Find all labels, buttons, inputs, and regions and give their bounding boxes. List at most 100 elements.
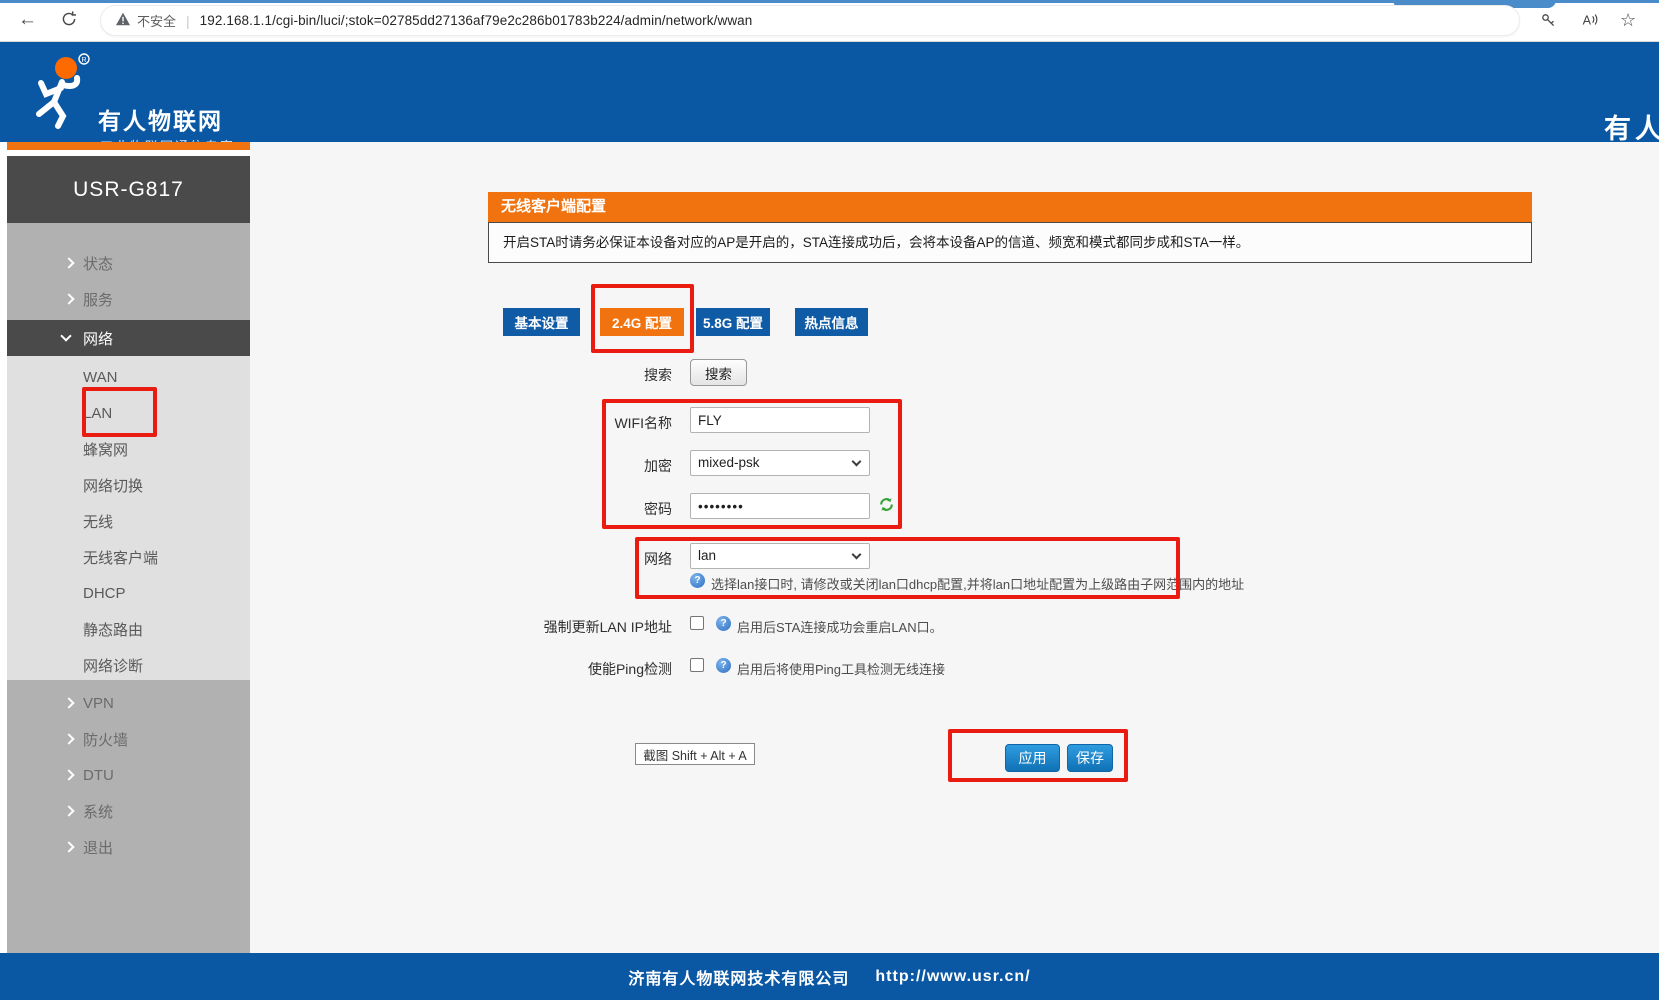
footer-website-link[interactable]: http://www.usr.cn/ bbox=[875, 968, 1030, 986]
sidebar-item-label: 网络 bbox=[83, 328, 113, 349]
sidebar-item-system[interactable]: 系统 bbox=[7, 793, 250, 829]
usr-logo-icon: R bbox=[28, 52, 94, 137]
sidebar-item-label: 无线客户端 bbox=[83, 547, 158, 568]
sidebar-item-label: 防火墙 bbox=[83, 729, 128, 750]
sidebar-item-label: DHCP bbox=[83, 585, 126, 602]
page-title: 无线客户端配置 bbox=[488, 192, 1532, 222]
page-footer: 济南有人物联网技术有限公司 http://www.usr.cn/ bbox=[0, 953, 1659, 1000]
address-divider: | bbox=[186, 13, 190, 29]
network-select[interactable]: lan bbox=[690, 543, 870, 569]
sidebar-item-label: LAN bbox=[83, 405, 112, 422]
encryption-label: 加密 bbox=[440, 456, 672, 476]
sidebar-item-wan[interactable]: WAN bbox=[7, 359, 250, 395]
sidebar-item-logout[interactable]: 退出 bbox=[7, 829, 250, 865]
sidebar-item-services[interactable]: 服务 bbox=[7, 281, 250, 317]
save-button[interactable]: 保存 bbox=[1067, 744, 1113, 772]
chevron-right-icon bbox=[63, 293, 74, 304]
sidebar-item-dhcp[interactable]: DHCP bbox=[7, 575, 250, 611]
sidebar-item-label: 蜂窝网 bbox=[83, 439, 128, 460]
wifi-name-input[interactable] bbox=[690, 407, 870, 433]
password-key-icon[interactable] bbox=[1540, 12, 1557, 36]
screenshot-shortcut-tip: 截图 Shift + Alt + A bbox=[635, 743, 755, 765]
sidebar-item-network[interactable]: 网络 bbox=[7, 320, 250, 356]
main-content-background bbox=[250, 142, 1659, 953]
sidebar-bottom-section: VPN 防火墙 DTU 系统 退出 bbox=[7, 680, 250, 953]
sidebar-item-diagnostics[interactable]: 网络诊断 bbox=[7, 647, 250, 683]
sidebar-item-status[interactable]: 状态 bbox=[7, 245, 250, 281]
apply-button[interactable]: 应用 bbox=[1005, 744, 1060, 772]
encryption-select[interactable]: mixed-psk bbox=[690, 450, 870, 476]
sidebar-item-wireless[interactable]: 无线 bbox=[7, 503, 250, 539]
tab-5-8g-config[interactable]: 5.8G 配置 bbox=[696, 308, 770, 336]
chevron-right-icon bbox=[63, 733, 74, 744]
url-text: 192.168.1.1/cgi-bin/luci/;stok=02785dd27… bbox=[200, 13, 753, 28]
chevron-right-icon bbox=[63, 841, 74, 852]
search-button[interactable]: 搜索 bbox=[690, 359, 747, 386]
app-header: R 有人物联网 工业物联网通信专家 有人 bbox=[0, 42, 1659, 142]
chevron-down-icon bbox=[852, 457, 862, 467]
reload-icon[interactable] bbox=[60, 10, 78, 35]
sidebar-item-dtu[interactable]: DTU bbox=[7, 757, 250, 793]
sidebar-item-label: 静态路由 bbox=[83, 619, 143, 640]
network-selected-value: lan bbox=[698, 548, 716, 563]
sidebar-item-static-routes[interactable]: 静态路由 bbox=[7, 611, 250, 647]
sidebar-item-label: 系统 bbox=[83, 801, 113, 822]
header-watermark-text: 有人 bbox=[1604, 107, 1659, 146]
browser-toolbar: ← 不安全 | 192.168.1.1/cgi-bin/luci/;stok=0… bbox=[0, 0, 1659, 42]
device-model: USR-G817 bbox=[7, 156, 250, 223]
ping-detect-label: 使能Ping检测 bbox=[440, 659, 672, 679]
password-label: 密码 bbox=[440, 499, 672, 519]
brand-title: 有人物联网 bbox=[98, 102, 223, 136]
sidebar-item-label: DTU bbox=[83, 767, 114, 784]
force-lan-update-label: 强制更新LAN IP地址 bbox=[440, 617, 672, 637]
sidebar-item-label: 无线 bbox=[83, 511, 113, 532]
footer-company: 济南有人物联网技术有限公司 bbox=[628, 965, 849, 989]
sidebar-item-label: 网络诊断 bbox=[83, 655, 143, 676]
tab-hotspot-info[interactable]: 热点信息 bbox=[795, 308, 868, 336]
sidebar-item-label: 状态 bbox=[83, 253, 113, 274]
svg-text:R: R bbox=[81, 57, 86, 64]
sidebar-item-label: WAN bbox=[83, 369, 117, 386]
security-label: 不安全 bbox=[137, 11, 176, 30]
force-lan-update-checkbox[interactable] bbox=[690, 616, 704, 630]
network-label: 网络 bbox=[440, 549, 672, 569]
ping-detect-checkbox[interactable] bbox=[690, 658, 704, 672]
help-icon: ? bbox=[690, 573, 705, 588]
sidebar-item-label: VPN bbox=[83, 695, 114, 712]
sidebar-item-network-switch[interactable]: 网络切换 bbox=[7, 467, 250, 503]
back-icon[interactable]: ← bbox=[18, 8, 37, 32]
tab-2-4g-config[interactable]: 2.4G 配置 bbox=[600, 308, 684, 336]
chevron-right-icon bbox=[63, 257, 74, 268]
tab-basic-settings[interactable]: 基本设置 bbox=[503, 308, 580, 336]
read-aloud-icon[interactable]: A bbox=[1580, 11, 1599, 36]
ping-hint-text: 启用后将使用Ping工具检测无线连接 bbox=[737, 659, 945, 678]
sidebar-accent-bar bbox=[7, 142, 250, 150]
chevron-down-icon bbox=[60, 330, 71, 341]
notice-text: 开启STA时请务必保证本设备对应的AP是开启的，STA连接成功后，会将本设备AP… bbox=[488, 222, 1532, 263]
sidebar-item-lan[interactable]: LAN bbox=[7, 395, 250, 431]
sidebar-item-label: 退出 bbox=[83, 837, 113, 858]
sidebar-network-submenu: WAN LAN 蜂窝网 网络切换 无线 无线客户端 DHCP 静态路由 网络诊断 bbox=[7, 356, 250, 680]
svg-text:A: A bbox=[1583, 14, 1592, 28]
sidebar: USR-G817 状态 服务 网络 WAN LAN 蜂窝网 网络切换 无线 无线… bbox=[7, 142, 250, 953]
force-lan-hint-text: 启用后STA连接成功会重启LAN口。 bbox=[737, 617, 943, 636]
search-label: 搜索 bbox=[440, 365, 672, 385]
help-icon: ? bbox=[716, 658, 731, 673]
encryption-selected-value: mixed-psk bbox=[698, 455, 760, 470]
sidebar-item-vpn[interactable]: VPN bbox=[7, 685, 250, 721]
sidebar-item-label: 服务 bbox=[83, 289, 113, 310]
chevron-right-icon bbox=[63, 805, 74, 816]
address-bar[interactable]: 不安全 | 192.168.1.1/cgi-bin/luci/;stok=027… bbox=[100, 5, 1520, 36]
sidebar-item-wireless-client[interactable]: 无线客户端 bbox=[7, 539, 250, 575]
sidebar-item-cellular[interactable]: 蜂窝网 bbox=[7, 431, 250, 467]
password-input[interactable] bbox=[690, 493, 870, 519]
sidebar-top-section: 状态 服务 bbox=[7, 223, 250, 320]
sidebar-item-firewall[interactable]: 防火墙 bbox=[7, 721, 250, 757]
network-hint-text: 选择lan接口时, 请修改或关闭lan口dhcp配置,并将lan口地址配置为上级… bbox=[711, 574, 1244, 593]
regenerate-password-icon[interactable] bbox=[878, 496, 895, 518]
chevron-right-icon bbox=[63, 697, 74, 708]
help-icon: ? bbox=[716, 616, 731, 631]
favorite-star-icon[interactable]: ☆ bbox=[1620, 8, 1636, 32]
wifi-name-label: WIFI名称 bbox=[440, 413, 672, 433]
chevron-down-icon bbox=[852, 550, 862, 560]
